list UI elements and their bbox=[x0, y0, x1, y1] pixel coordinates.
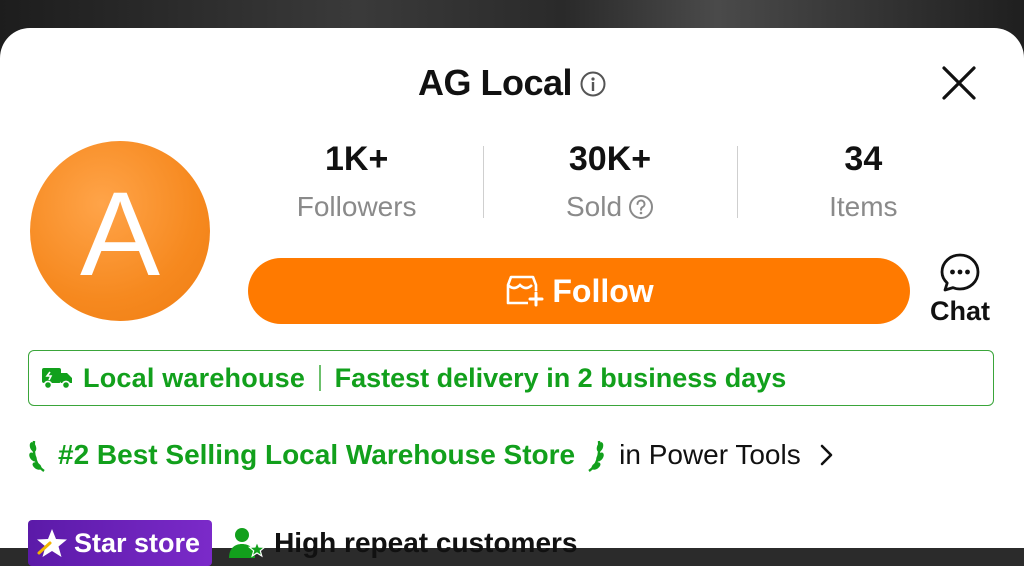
star-store-label: Star store bbox=[74, 527, 201, 558]
ranking-text: #2 Best Selling Local Warehouse Store bbox=[58, 439, 576, 470]
chat-button[interactable]: Chat bbox=[922, 252, 998, 332]
store-avatar: A bbox=[30, 141, 210, 321]
stat-value: 34 bbox=[844, 140, 883, 178]
store-badges: Star store High repeat customers bbox=[28, 520, 577, 566]
store-info-sheet: AG Local A 1K+ Followers 30K+ Sold 34 It… bbox=[0, 28, 1024, 566]
follow-button[interactable]: Follow bbox=[248, 258, 910, 324]
local-warehouse-banner[interactable]: Local warehouse Fastest delivery in 2 bu… bbox=[28, 350, 994, 406]
stat-label: Items bbox=[829, 191, 898, 222]
local-warehouse-label: Local warehouse bbox=[83, 362, 306, 393]
chat-bubble-icon bbox=[940, 253, 980, 292]
laurel-right-icon bbox=[583, 435, 605, 475]
delivery-text: Fastest delivery in 2 business days bbox=[334, 362, 787, 393]
star-store-badge[interactable]: Star store bbox=[28, 520, 213, 566]
chat-label: Chat bbox=[930, 296, 990, 326]
stat-value: 30K+ bbox=[568, 140, 652, 178]
avatar-letter: A bbox=[79, 167, 161, 301]
store-stats: 1K+ Followers 30K+ Sold 34 Items bbox=[230, 138, 990, 248]
divider bbox=[319, 365, 321, 391]
repeat-customers-label: High repeat customers bbox=[274, 527, 578, 558]
truck-icon bbox=[41, 365, 73, 391]
follow-label: Follow bbox=[552, 272, 654, 309]
stat-label: Followers bbox=[296, 191, 417, 222]
question-circle-icon[interactable] bbox=[628, 194, 654, 220]
stat-sold: 30K+ Sold bbox=[483, 138, 736, 248]
chevron-right-icon bbox=[817, 442, 835, 468]
person-star-icon bbox=[228, 526, 267, 560]
title-row: AG Local bbox=[0, 58, 1024, 108]
repeat-customers-badge: High repeat customers bbox=[228, 526, 577, 560]
stat-label: Sold bbox=[566, 191, 654, 223]
ranking-category: in Power Tools bbox=[619, 439, 801, 470]
stat-value: 1K+ bbox=[325, 140, 389, 178]
laurel-left-icon bbox=[28, 435, 50, 475]
star-icon bbox=[36, 527, 68, 559]
info-icon[interactable] bbox=[580, 71, 606, 97]
store-plus-icon bbox=[504, 273, 545, 309]
stat-followers: 1K+ Followers bbox=[230, 138, 483, 248]
store-name: AG Local bbox=[417, 62, 573, 103]
stat-items: 34 Items bbox=[736, 138, 990, 248]
best-selling-ranking[interactable]: #2 Best Selling Local Warehouse Store in… bbox=[28, 430, 835, 480]
close-icon[interactable] bbox=[940, 64, 978, 102]
